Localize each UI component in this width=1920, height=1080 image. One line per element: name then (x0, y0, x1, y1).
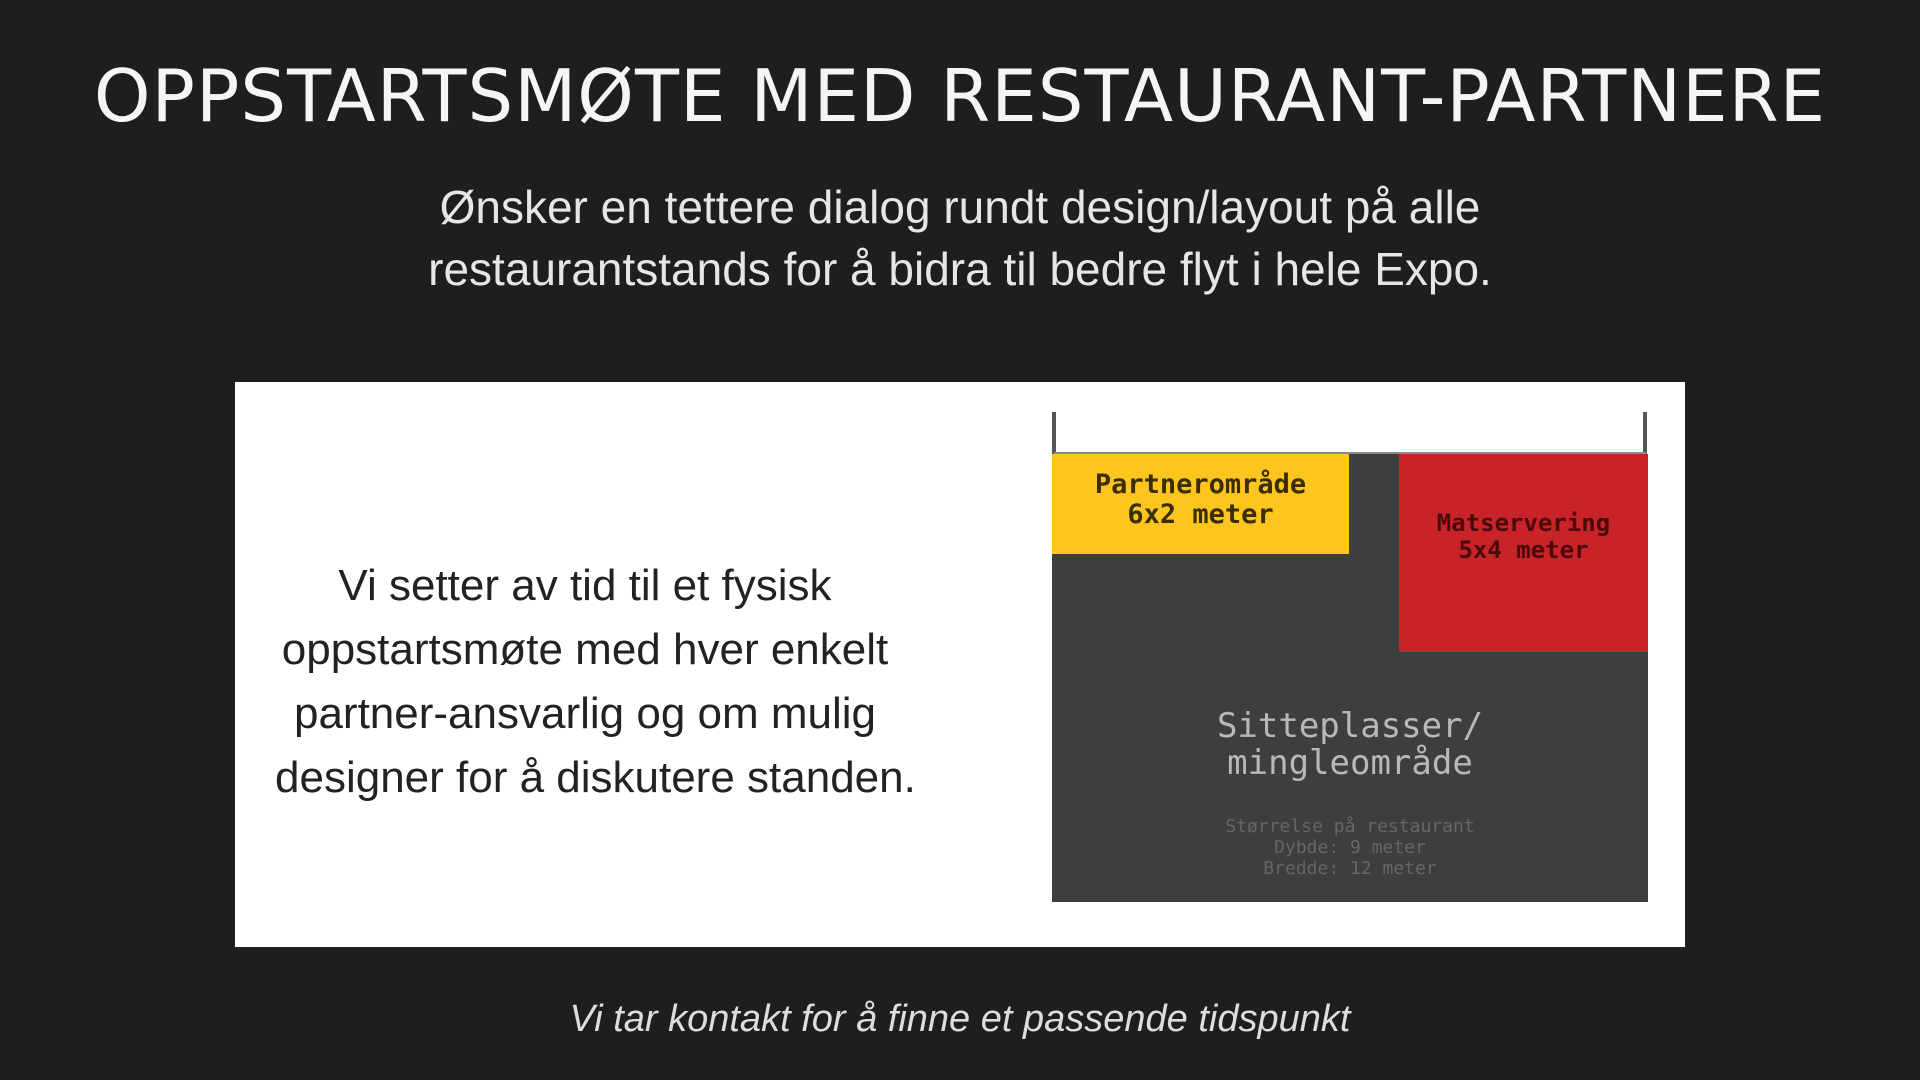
entrance-post-left (1052, 412, 1056, 454)
description-line-4: designer for å diskutere standen. (275, 753, 916, 802)
partner-zone: Partnerområde 6x2 meter (1052, 454, 1349, 554)
footer-note: Vi tar kontakt for å finne et passende t… (569, 998, 1351, 1040)
seating-label-line-2: mingleområde (1227, 743, 1473, 783)
slide-title: OPPSTARTSMØTE MED RESTAURANT-PARTNERE (93, 54, 1827, 138)
description-line-1: Vi setter av tid til et fysisk (338, 561, 832, 610)
subtitle-line-1: Ønsker en tettere dialog rundt design/la… (439, 181, 1481, 233)
meeting-description: Vi setter av tid til et fysisk oppstarts… (275, 554, 916, 810)
partner-zone-label: Partnerområde (1094, 469, 1307, 500)
seating-zone-label: Sitteplasser/ mingleområde (1052, 708, 1648, 782)
size-depth: Dybde: 9 meter (1274, 837, 1426, 858)
partner-zone-size: 6x2 meter (1127, 499, 1274, 530)
seating-label-line-1: Sitteplasser/ (1216, 706, 1484, 746)
stand-layout-diagram: Partnerområde 6x2 meter Matservering 5x4… (1052, 412, 1652, 932)
food-zone-size: 5x4 meter (1458, 536, 1589, 564)
restaurant-size-info: Størrelse på restaurant Dybde: 9 meter B… (1052, 816, 1648, 879)
content-card: Vi setter av tid til et fysisk oppstarts… (235, 382, 1685, 947)
food-serving-zone: Matservering 5x4 meter (1399, 454, 1648, 652)
description-line-2: oppstartsmøte med hver enkelt (281, 625, 889, 674)
subtitle-line-2: restaurantstands for å bidra til bedre f… (428, 243, 1492, 295)
size-heading: Størrelse på restaurant (1225, 816, 1475, 837)
description-line-3: partner-ansvarlig og om mulig (293, 689, 877, 738)
restaurant-floor: Partnerområde 6x2 meter Matservering 5x4… (1052, 454, 1648, 902)
food-zone-label: Matservering (1436, 509, 1611, 537)
size-width: Bredde: 12 meter (1263, 858, 1437, 879)
entrance-post-right (1643, 412, 1647, 454)
